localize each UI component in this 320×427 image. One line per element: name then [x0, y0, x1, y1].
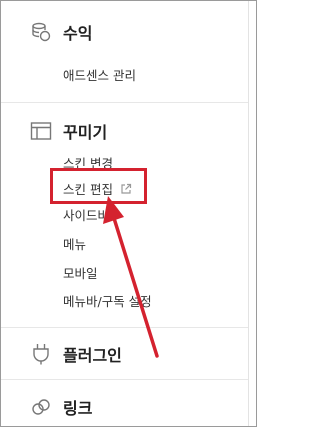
- section-plugin[interactable]: 플러그인: [1, 341, 248, 367]
- menu-item-mobile[interactable]: 모바일: [63, 263, 98, 282]
- section-revenue-label: 수익: [63, 24, 93, 43]
- menu-item-skin-change[interactable]: 스킨 변경: [63, 153, 113, 172]
- section-customize-label: 꾸미기: [63, 123, 108, 142]
- link-icon: [29, 395, 53, 419]
- menu-item-menu[interactable]: 메뉴: [63, 234, 86, 253]
- divider: [1, 379, 248, 380]
- external-link-icon: [120, 183, 132, 198]
- menu-item-menubar-subscribe[interactable]: 메뉴바/구독 설정: [63, 291, 152, 310]
- section-revenue[interactable]: 수익: [1, 19, 248, 45]
- section-link-label: 링크: [63, 399, 93, 418]
- menu-item-sidebar[interactable]: 사이드바: [63, 205, 109, 224]
- section-link[interactable]: 링크: [1, 394, 248, 420]
- section-customize[interactable]: 꾸미기: [1, 118, 248, 144]
- divider: [1, 327, 248, 328]
- layout-icon: [29, 119, 53, 143]
- sidebar-panel: 수익 애드센스 관리 꾸미기 스킨 변경 스킨 편집 사이드바 메뉴 모바일 메…: [0, 0, 257, 427]
- menu-item-skin-edit[interactable]: 스킨 편집: [63, 179, 132, 198]
- coins-icon: [29, 20, 53, 44]
- section-plugin-label: 플러그인: [63, 346, 122, 365]
- panel-border: [248, 1, 249, 426]
- menu-item-adsense[interactable]: 애드센스 관리: [63, 65, 136, 84]
- skin-edit-label: 스킨 편집: [63, 182, 113, 197]
- divider: [1, 102, 248, 103]
- plug-icon: [29, 342, 53, 366]
